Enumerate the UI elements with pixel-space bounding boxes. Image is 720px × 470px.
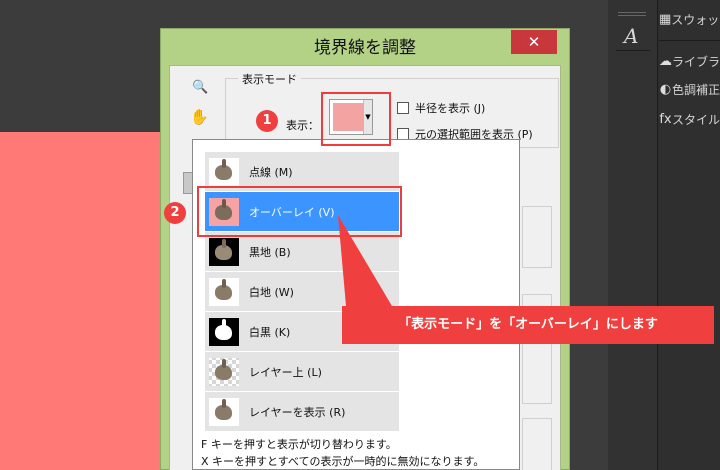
view-label: 表示： [286, 119, 319, 132]
swatches-icon: ▦ [659, 11, 672, 27]
step-1-badge: 1 [256, 110, 278, 132]
callout-text: 「表示モード」を「オーバーレイ」にします [398, 317, 658, 332]
panel-styles[interactable]: fx スタイル [659, 106, 720, 132]
view-option-label: 点線 (M) [249, 165, 293, 179]
panel-list: ▦ スウォッチ ☁ ライブラリ ◐ 色調補正 fx スタイル [659, 0, 720, 470]
view-option[interactable]: 黒地 (B) [205, 232, 399, 272]
strip-divider [616, 50, 650, 51]
rabbit-thumbnail [209, 277, 239, 306]
rabbit-thumbnail [209, 317, 239, 346]
view-option[interactable]: レイヤー上 (L) [205, 352, 399, 392]
view-option-label: 白黒 (K) [249, 325, 291, 339]
adjustments-icon: ◐ [659, 81, 672, 97]
rabbit-ear [222, 158, 226, 168]
panel-swatches[interactable]: ▦ スウォッチ [659, 6, 720, 32]
character-panel-icon[interactable]: A [624, 24, 638, 48]
close-button[interactable]: ✕ [511, 30, 557, 54]
checkbox-box[interactable] [397, 102, 409, 114]
zoom-tool-icon[interactable]: 🔍 [192, 80, 208, 95]
panel-grip[interactable] [618, 12, 646, 16]
panel-label: 色調補正 [671, 82, 720, 97]
dialog-title: 境界線を調整 [314, 38, 416, 58]
view-option-label: レイヤーを表示 (R) [249, 405, 346, 419]
show-radius-checkbox[interactable]: 半径を表示 (J) [397, 100, 485, 116]
highlight-box-overlay-option [197, 186, 402, 237]
view-option[interactable]: レイヤーを表示 (R) [205, 392, 399, 432]
view-option-label: レイヤー上 (L) [249, 365, 322, 379]
checkbox-label: 半径を表示 (J) [415, 102, 486, 115]
display-mode-legend: 表示モード [238, 71, 301, 87]
step-2-badge: 2 [164, 202, 186, 224]
panel-label: スウォッチ [671, 12, 720, 27]
highlight-box-view-dropdown [321, 92, 391, 146]
hint-x-key: X キーを押すとすべての表示が一時的に無効になります。 [201, 455, 485, 468]
panel-label: ライブラリ [672, 54, 720, 69]
rabbit-thumbnail [209, 237, 239, 266]
view-option-label: 黒地 (B) [249, 245, 291, 259]
rabbit-ear [222, 358, 226, 368]
panel-adjustments[interactable]: ◐ 色調補正 [659, 76, 720, 102]
rabbit-ear [222, 238, 226, 248]
ghost-panel [522, 418, 552, 470]
panel-libraries[interactable]: ☁ ライブラリ [659, 48, 720, 74]
rabbit-thumbnail [209, 157, 239, 186]
rabbit-thumbnail [209, 357, 239, 386]
rabbit-ear [222, 398, 226, 408]
panel-separator [659, 40, 720, 41]
panel-label: スタイル [671, 112, 720, 127]
canvas-document[interactable] [0, 132, 160, 470]
collapsed-panel-strip: A [608, 0, 658, 470]
libraries-icon: ☁ [659, 53, 672, 69]
rabbit-thumbnail [209, 397, 239, 426]
ghost-panel [522, 206, 552, 268]
rabbit-ear [222, 318, 226, 328]
right-panel-dock: A ▦ スウォッチ ☁ ライブラリ ◐ 色調補正 fx スタイル [608, 0, 720, 470]
hand-tool-icon[interactable]: ✋ [190, 108, 209, 126]
rabbit-ear [222, 278, 226, 288]
styles-icon: fx [659, 111, 672, 127]
view-option-label: 白地 (W) [249, 285, 294, 299]
hint-f-key: F キーを押すと表示が切り替わります。 [201, 438, 397, 451]
